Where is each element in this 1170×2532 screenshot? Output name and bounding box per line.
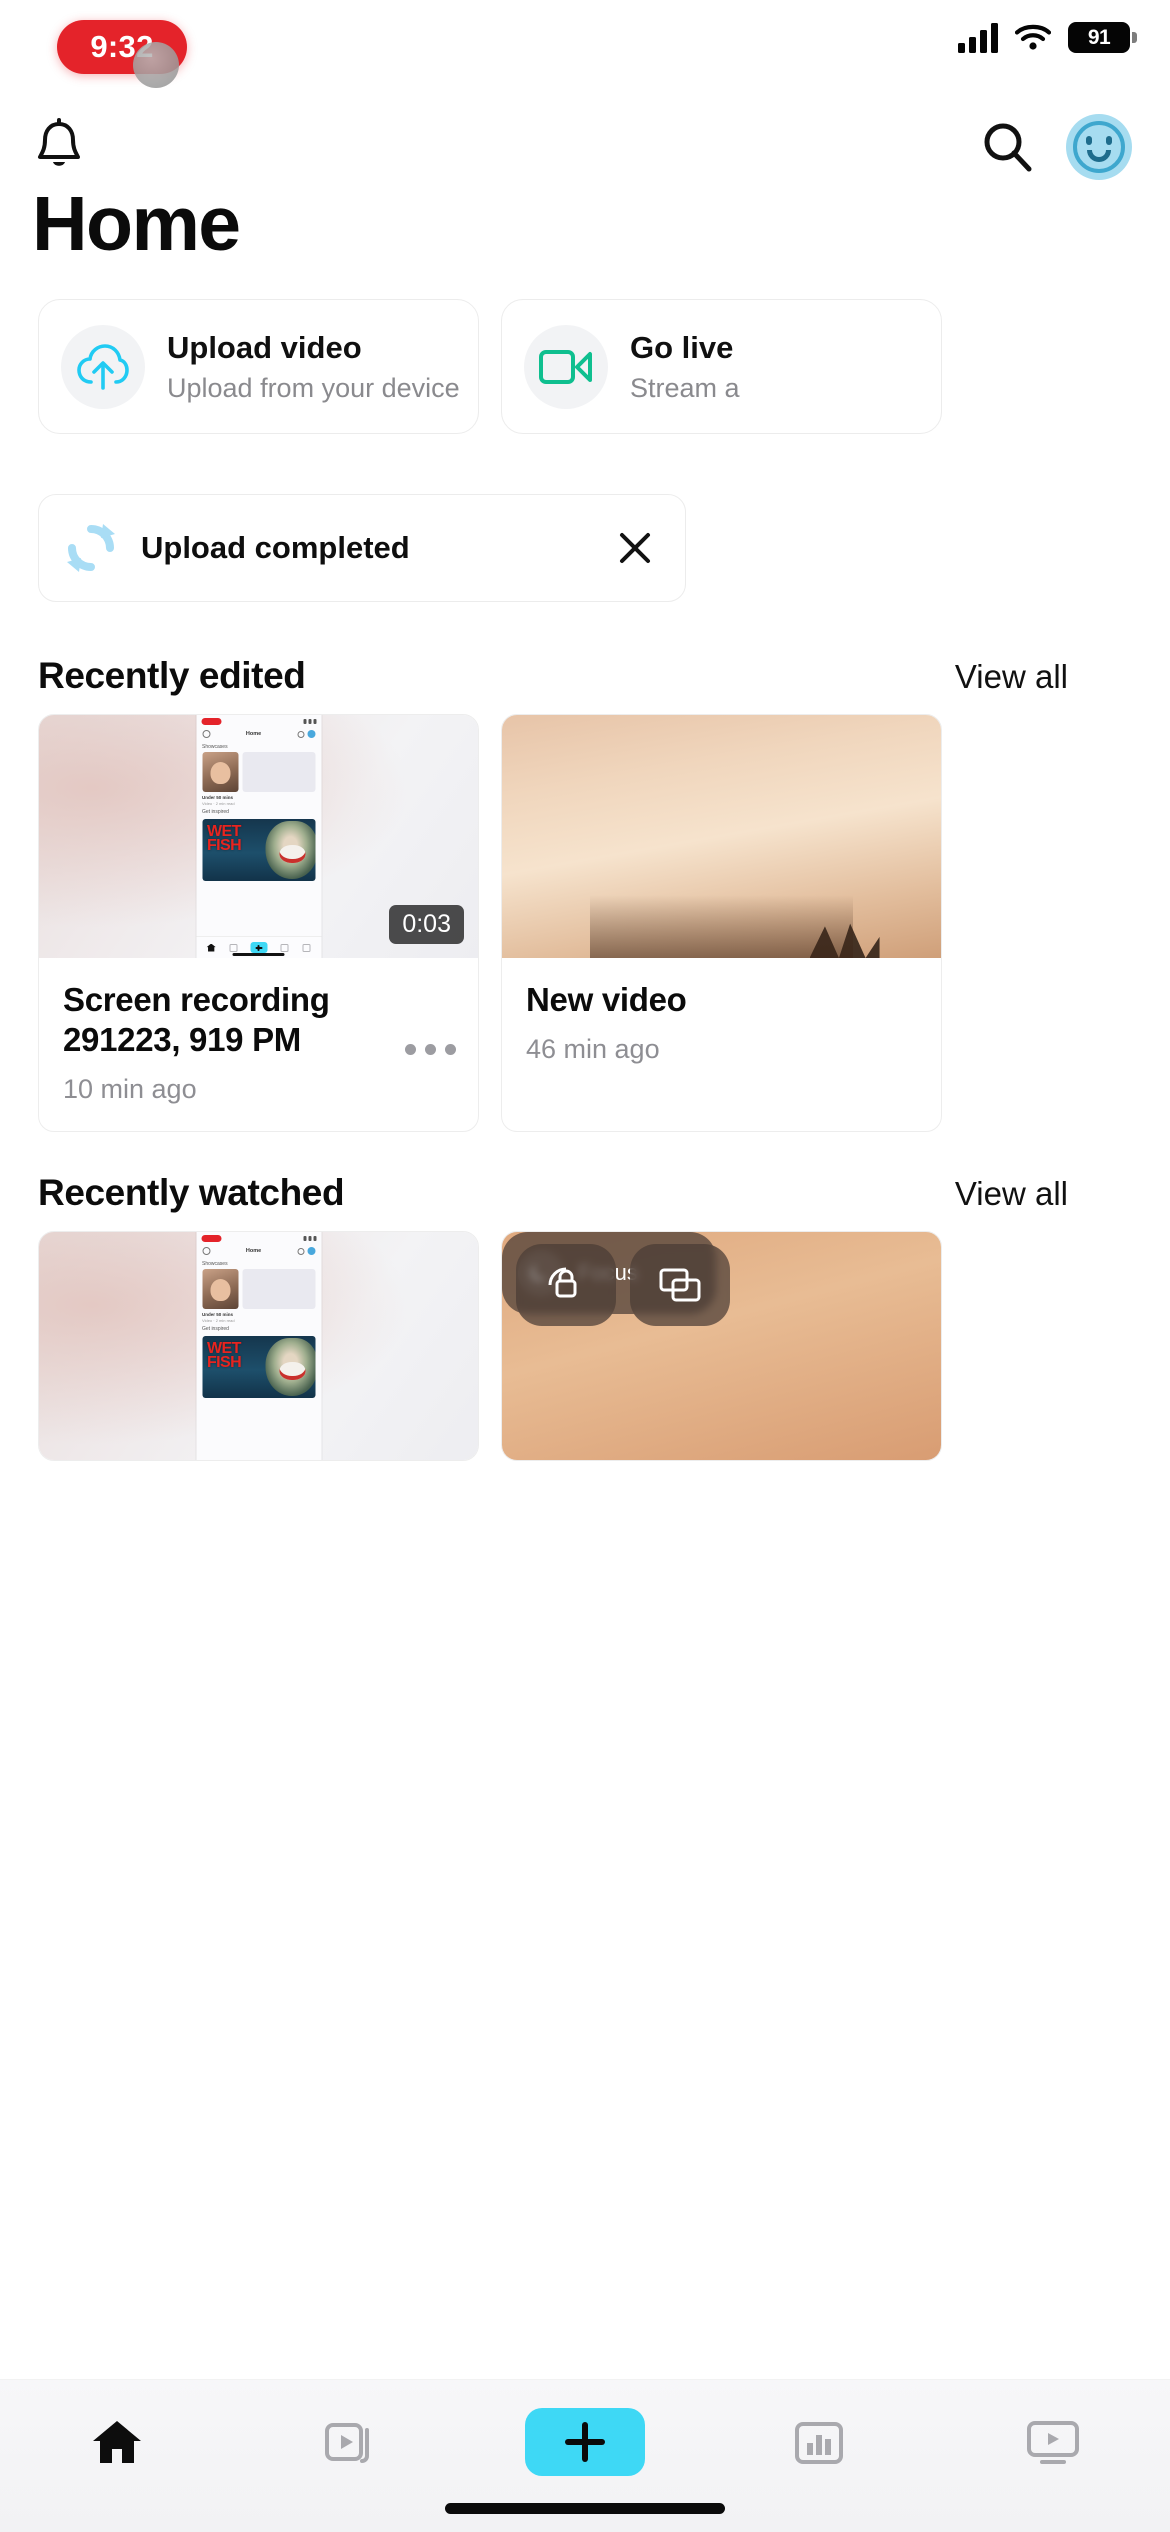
sync-refresh-icon — [67, 524, 115, 572]
thumbnail-inner-screenshot: Home Showcases Under 50 mins Video · 2 m… — [196, 715, 321, 958]
list-item[interactable]: Home Showcases Under 50 mins Video · 2 m… — [38, 714, 479, 1132]
create-button[interactable] — [510, 2402, 660, 2482]
video-camera-icon — [539, 349, 592, 384]
recently-edited-header: Recently edited View all — [38, 655, 1132, 705]
list-item[interactable]: Focus — [501, 1231, 942, 1461]
search-icon[interactable] — [980, 119, 1036, 175]
battery-level: 91 — [1087, 25, 1111, 49]
thumbnail-subject — [809, 923, 880, 958]
status-indicators: 91 — [958, 22, 1137, 53]
list-item[interactable]: New video 46 min ago — [501, 714, 942, 1132]
sidebar-item-player[interactable] — [978, 2402, 1128, 2482]
upload-video-icon-wrap — [61, 324, 145, 409]
go-live-subtitle: Stream a — [630, 372, 740, 403]
sidebar-item-clips[interactable] — [276, 2402, 426, 2482]
recently-watched-row: Home Showcases Under 50 mins Video · 2 m… — [0, 1231, 1170, 1461]
recently-edited-row: Home Showcases Under 50 mins Video · 2 m… — [0, 714, 1170, 1132]
video-title: Screen recording 291223, 919 PM — [63, 981, 330, 1058]
section-title: Recently edited — [38, 655, 306, 696]
screen-mirroring-icon — [630, 1244, 730, 1326]
video-timestamp: 10 min ago — [63, 1073, 197, 1104]
bar-chart-icon — [795, 2422, 843, 2464]
inner-section-label: Showcases — [202, 1261, 228, 1267]
screen-recording-thumbnail: Home Showcases Under 50 mins Video · 2 m… — [39, 715, 478, 958]
status-bar: 9:32 91 — [0, 0, 1170, 98]
upload-status-banner: Upload completed — [38, 494, 686, 602]
more-options-icon[interactable] — [405, 1044, 456, 1055]
go-live-title: Go live — [630, 329, 734, 365]
close-icon — [620, 533, 650, 563]
create-fab[interactable] — [525, 2408, 645, 2476]
view-all-recently-edited[interactable]: View all — [955, 658, 1068, 696]
sidebar-item-stats[interactable] — [744, 2402, 894, 2482]
inner-section-label-2: Get inspired — [202, 1326, 229, 1332]
upload-status-label: Upload completed — [141, 530, 410, 565]
avatar-smile — [1087, 150, 1111, 162]
upload-video-card[interactable]: Upload video Upload from your device — [38, 299, 479, 434]
clips-stack-icon — [325, 2423, 369, 2463]
screen-recording-thumbnail: Home Showcases Under 50 mins Video · 2 m… — [39, 1232, 478, 1460]
video-timestamp: 46 min ago — [526, 1033, 660, 1064]
inner-poster: WET FISH — [202, 819, 315, 881]
battery-icon: 91 — [1068, 22, 1137, 53]
go-live-card[interactable]: Go live Stream a — [501, 299, 942, 434]
go-live-icon-wrap — [524, 324, 608, 409]
inner-item-sub: Video · 2 min read — [202, 801, 235, 806]
inner-item-title: Under 50 mins — [202, 795, 234, 800]
control-center-thumbnail: Focus — [502, 1232, 941, 1460]
cloud-upload-icon — [77, 343, 129, 390]
bell-icon[interactable] — [34, 118, 84, 176]
inner-item-title: Under 50 mins — [202, 1312, 234, 1317]
inner-title: Home — [245, 1248, 262, 1254]
banner-close-button[interactable] — [613, 526, 657, 570]
poster-line-2: FISH — [207, 1354, 242, 1371]
poster-line-2: FISH — [207, 837, 242, 854]
upload-video-subtitle: Upload from your device — [167, 372, 460, 403]
quick-action-cards: Upload video Upload from your device Go … — [0, 299, 1170, 434]
duration-badge: 0:03 — [389, 905, 464, 944]
plus-icon — [565, 2422, 605, 2462]
media-player-icon — [1027, 2421, 1079, 2464]
inner-title: Home — [245, 731, 262, 737]
avatar-face-icon — [1073, 121, 1125, 173]
avatar[interactable] — [1066, 114, 1132, 180]
inner-section-label-2: Get inspired — [202, 809, 229, 815]
inner-item-sub: Video · 2 min read — [202, 1318, 235, 1323]
section-title: Recently watched — [38, 1172, 345, 1213]
sidebar-item-home[interactable] — [42, 2402, 192, 2482]
page-title: Home — [32, 181, 241, 267]
dynamic-island-camera-dot — [133, 42, 179, 88]
video-title: New video — [526, 981, 687, 1018]
thumbnail-inner-screenshot: Home Showcases Under 50 mins Video · 2 m… — [196, 1232, 321, 1460]
room-video-thumbnail — [502, 715, 941, 958]
home-icon — [93, 2421, 141, 2463]
wifi-icon — [1015, 24, 1051, 50]
rotation-lock-icon — [516, 1244, 616, 1326]
cellular-bars-icon — [958, 22, 998, 53]
home-indicator — [445, 2503, 725, 2514]
recently-watched-header: Recently watched View all — [38, 1172, 1132, 1222]
inner-section-label: Showcases — [202, 744, 228, 750]
list-item[interactable]: Home Showcases Under 50 mins Video · 2 m… — [38, 1231, 479, 1461]
upload-video-title: Upload video — [167, 329, 362, 365]
bottom-tab-bar — [0, 2380, 1170, 2532]
inner-poster: WET FISH — [202, 1336, 315, 1398]
view-all-recently-watched[interactable]: View all — [955, 1175, 1068, 1213]
